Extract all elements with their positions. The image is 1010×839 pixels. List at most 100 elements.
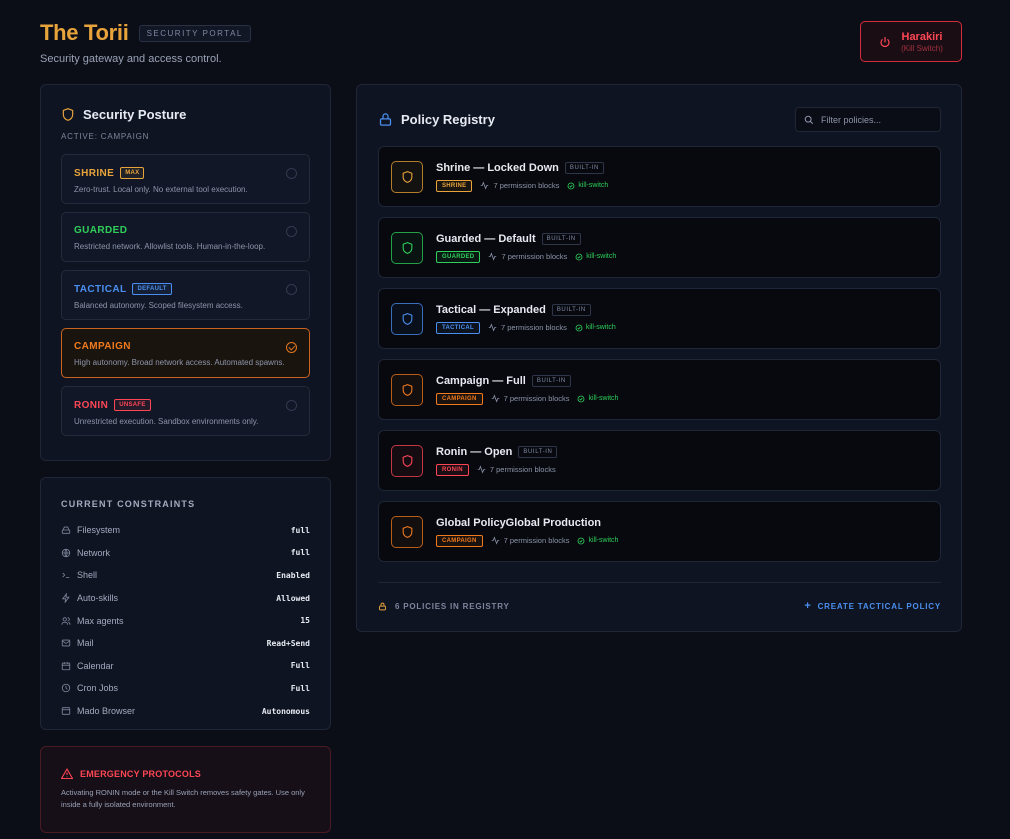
permission-blocks-label: 7 permission blocks: [503, 536, 570, 545]
lock-icon: [379, 113, 392, 126]
search-icon: [804, 115, 814, 124]
mode-list: SHRINE MAX Zero-trust. Local only. No ex…: [61, 154, 310, 436]
activity-icon: [477, 465, 486, 474]
constraint-row: Filesystem full: [61, 519, 310, 542]
policy-title: Shrine — Locked Down: [436, 161, 559, 174]
shield-icon: [62, 108, 74, 121]
constraint-row: Calendar Full: [61, 655, 310, 678]
policy-search[interactable]: [795, 107, 941, 132]
policy-shield: [391, 231, 423, 264]
lock-icon: [379, 602, 386, 610]
policy-card[interactable]: Ronin — Open BUILT-IN RONIN 7 permission…: [378, 430, 941, 491]
policy-card[interactable]: Global PolicyGlobal Production CAMPAIGN …: [378, 501, 941, 562]
policy-shield: [391, 302, 423, 335]
policy-title: Guarded — Default: [436, 232, 536, 245]
page-header: The Torii SECURITY PORTAL Security gatew…: [40, 20, 962, 70]
constraint-row: Cron Jobs Full: [61, 677, 310, 700]
mode-name: RONIN: [74, 399, 109, 411]
mode-guarded[interactable]: GUARDED Restricted network. Allowlist to…: [61, 212, 310, 262]
kill-switch-label: kill-switch: [588, 395, 619, 402]
shield-icon: [402, 241, 412, 254]
constraint-value: Full: [290, 661, 310, 671]
constraint-value: Full: [290, 683, 310, 693]
permission-blocks: 7 permission blocks: [477, 465, 556, 474]
constraint-name: Network: [77, 547, 111, 558]
app-title: The Torii: [40, 20, 129, 45]
constraints-panel: CURRENT CONSTRAINTS Filesystem full Netw…: [40, 477, 331, 730]
policy-card[interactable]: Shrine — Locked Down BUILT-IN SHRINE 7 p…: [378, 146, 941, 207]
mode-radio[interactable]: [286, 226, 297, 237]
mode-tag: UNSAFE: [114, 399, 151, 411]
mode-description: High autonomy. Broad network access. Aut…: [74, 358, 285, 367]
kill-switch-subtitle: (Kill Switch): [901, 43, 943, 53]
policy-tag: SHRINE: [436, 179, 473, 192]
constraint-row: Shell Enabled: [61, 564, 310, 587]
policy-tag: TACTICAL: [436, 321, 480, 334]
kill-switch-label: kill-switch: [586, 253, 617, 260]
warning-icon: [61, 768, 73, 779]
emergency-title: EMERGENCY PROTOCOLS: [80, 768, 201, 779]
policy-title: Ronin — Open: [436, 445, 513, 458]
create-policy-button[interactable]: + CREATE TACTICAL POLICY: [804, 600, 941, 612]
builtin-badge: BUILT-IN: [531, 374, 571, 387]
create-policy-label: CREATE TACTICAL POLICY: [817, 601, 941, 611]
permission-blocks-label: 7 permission blocks: [500, 323, 567, 332]
emergency-text: Activating RONIN mode or the Kill Switch…: [61, 788, 305, 809]
kill-switch-indicator: kill-switch: [575, 324, 616, 332]
policy-tag: CAMPAIGN: [436, 392, 483, 405]
policy-shield: [391, 373, 423, 406]
policy-tag: GUARDED: [436, 250, 481, 263]
constraints-label: CURRENT CONSTRAINTS: [61, 499, 196, 509]
activity-icon: [491, 394, 499, 403]
constraints-list: Filesystem full Network full Shell Enabl…: [61, 519, 310, 722]
builtin-badge: BUILT-IN: [564, 161, 604, 174]
policy-title: Tactical — Expanded: [436, 303, 546, 316]
mode-ronin[interactable]: RONIN UNSAFE Unrestricted execution. San…: [61, 386, 310, 436]
permission-blocks-label: 7 permission blocks: [501, 252, 568, 261]
constraint-value: Autonomous: [261, 706, 310, 716]
constraint-row: Mado Browser Autonomous: [61, 700, 310, 723]
kill-switch-title: Harakiri: [901, 30, 943, 43]
mode-shrine[interactable]: SHRINE MAX Zero-trust. Local only. No ex…: [61, 154, 310, 204]
mode-radio[interactable]: [286, 168, 297, 179]
mode-campaign[interactable]: CAMPAIGN High autonomy. Broad network ac…: [61, 328, 310, 378]
builtin-badge: BUILT-IN: [551, 303, 591, 316]
kill-switch-indicator: kill-switch: [567, 182, 608, 190]
users-icon: [61, 616, 71, 626]
policy-card[interactable]: Tactical — Expanded BUILT-IN TACTICAL 7 …: [378, 288, 941, 349]
policy-shield: [391, 444, 423, 477]
constraint-name: Max agents: [77, 615, 124, 626]
portal-badge: SECURITY PORTAL: [138, 24, 251, 42]
bolt-icon: [61, 593, 71, 604]
drive-icon: [61, 525, 71, 535]
registry-footer: 6 POLICIES IN REGISTRY + CREATE TACTICAL…: [378, 582, 941, 612]
constraint-row: Auto-skills Allowed: [61, 587, 310, 610]
mode-name: SHRINE: [74, 167, 115, 179]
kill-switch-button[interactable]: Harakiri (Kill Switch): [860, 21, 962, 62]
constraint-row: Mail Read+Send: [61, 632, 310, 655]
policy-search-input[interactable]: [821, 114, 931, 125]
mode-tactical[interactable]: TACTICAL DEFAULT Balanced autonomy. Scop…: [61, 270, 310, 320]
kill-switch-indicator: kill-switch: [577, 537, 618, 545]
mail-icon: [61, 638, 71, 648]
permission-blocks: 7 permission blocks: [491, 394, 569, 403]
mode-tag: DEFAULT: [132, 283, 172, 295]
mode-radio[interactable]: [286, 342, 297, 353]
constraint-value: 15: [300, 616, 310, 626]
policy-list: Shrine — Locked Down BUILT-IN SHRINE 7 p…: [378, 146, 941, 562]
constraint-name: Mado Browser: [77, 706, 136, 717]
active-mode-label: ACTIVE: CAMPAIGN: [61, 132, 150, 141]
mode-description: Unrestricted execution. Sandbox environm…: [74, 417, 259, 426]
mode-radio[interactable]: [286, 400, 297, 411]
posture-title: Security Posture: [83, 107, 187, 122]
page-subtitle: Security gateway and access control.: [40, 53, 222, 65]
globe-icon: [61, 548, 71, 558]
policy-card[interactable]: Guarded — Default BUILT-IN GUARDED 7 per…: [378, 217, 941, 278]
mode-radio[interactable]: [286, 284, 297, 295]
policy-title: Campaign — Full: [436, 374, 526, 387]
constraint-value: Read+Send: [266, 638, 310, 648]
activity-icon: [491, 536, 499, 545]
shield-icon: [402, 454, 412, 467]
policy-card[interactable]: Campaign — Full BUILT-IN CAMPAIGN 7 perm…: [378, 359, 941, 420]
mode-name: TACTICAL: [74, 283, 127, 295]
